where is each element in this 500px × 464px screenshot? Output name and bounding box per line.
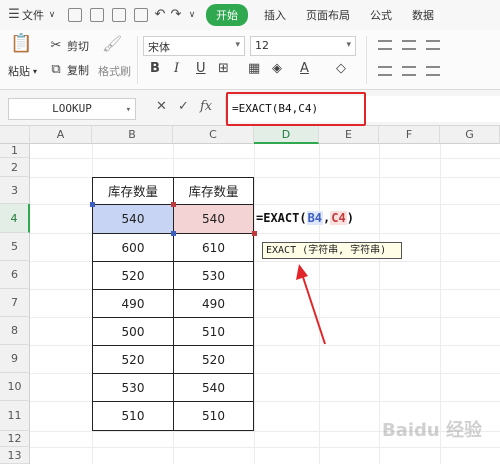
- ribbon: 📋 粘贴 ▾ ✂ 剪切 ⧉ 复制 🖌 格式刷 宋体 ▾ 12 ▾ B I U ⊞: [0, 30, 500, 90]
- spreadsheet-window: ☰ 文件 ∨ ↶ ↷ ∨ 开始 插入 页面布局 公式 数据 📋 粘贴 ▾ ✂ 剪…: [0, 0, 500, 464]
- underline-icon[interactable]: U: [196, 61, 206, 76]
- formula-highlight-box: [226, 92, 366, 126]
- align-top-icon[interactable]: [378, 40, 392, 50]
- worksheet-grid[interactable]: A B C D E F G 1 2 3 4 5 6 7 8 9 10 11 12…: [0, 126, 500, 464]
- tab-home[interactable]: 开始: [206, 4, 248, 26]
- export-icon[interactable]: [90, 8, 104, 22]
- align-bottom-icon[interactable]: [426, 40, 440, 50]
- cut-button[interactable]: ✂ 剪切: [48, 38, 89, 54]
- tab-data[interactable]: 数据: [402, 7, 444, 23]
- align-right-icon[interactable]: [426, 66, 440, 76]
- copy-icon: ⧉: [51, 62, 61, 77]
- font-name-select[interactable]: 宋体 ▾: [143, 36, 245, 56]
- scissors-icon: ✂: [50, 38, 62, 53]
- copy-label: 复制: [67, 64, 89, 77]
- chevron-down-icon: ▾: [125, 105, 131, 115]
- redo-icon[interactable]: ↷: [168, 7, 184, 23]
- font-color-icon[interactable]: A: [300, 61, 309, 76]
- format-painter-button[interactable]: 🖌: [102, 34, 123, 53]
- font-size-select[interactable]: 12 ▾: [250, 36, 356, 56]
- menu-bar: ☰ 文件 ∨ ↶ ↷ ∨ 开始 插入 页面布局 公式 数据: [0, 0, 500, 30]
- paste-label: 粘贴: [8, 65, 30, 78]
- confirm-icon[interactable]: ✓: [178, 99, 189, 114]
- arrow-line: [301, 273, 326, 345]
- ribbon-tabs: 开始 插入 页面布局 公式 数据: [200, 0, 444, 30]
- italic-icon[interactable]: I: [174, 61, 179, 76]
- borders-icon[interactable]: ⊞: [218, 61, 229, 76]
- undo-icon[interactable]: ↶: [152, 7, 168, 23]
- align-center-icon[interactable]: [402, 66, 416, 76]
- font-size-value: 12: [255, 39, 269, 52]
- watermark: Baidu 经验: [382, 420, 483, 441]
- eraser-icon[interactable]: ◇: [336, 61, 346, 76]
- chevron-down-icon: ▾: [346, 40, 351, 50]
- name-box[interactable]: LOOKUP ▾: [8, 98, 136, 120]
- quick-access-toolbar: ↶ ↷ ∨: [64, 0, 200, 30]
- paste-button[interactable]: 📋: [10, 33, 33, 58]
- file-menu[interactable]: ☰ 文件 ∨: [0, 0, 60, 30]
- chevron-down-icon: ▾: [235, 40, 240, 50]
- paste-icon: 📋: [10, 33, 33, 54]
- save-icon[interactable]: [68, 8, 82, 22]
- ribbon-divider: [366, 36, 367, 84]
- hamburger-icon: ☰: [8, 7, 20, 22]
- copy-button[interactable]: ⧉ 复制: [48, 62, 89, 78]
- print-icon[interactable]: [112, 8, 126, 22]
- tab-insert[interactable]: 插入: [254, 7, 296, 23]
- align-middle-icon[interactable]: [402, 40, 416, 50]
- tab-page-layout[interactable]: 页面布局: [296, 7, 360, 23]
- arrow-head: [296, 264, 308, 280]
- brush-icon: 🖌: [102, 34, 123, 53]
- chevron-down-icon: ∨: [48, 10, 56, 20]
- paste-chevron-icon: ▾: [33, 66, 38, 76]
- customize-chevron-icon[interactable]: ∨: [184, 7, 200, 23]
- cancel-icon[interactable]: ✕: [156, 99, 167, 114]
- fill-color-icon[interactable]: ▦: [248, 61, 260, 76]
- file-menu-label: 文件: [22, 9, 44, 22]
- tab-formulas[interactable]: 公式: [360, 7, 402, 23]
- font-name-value: 宋体: [148, 41, 170, 54]
- paste-dropdown[interactable]: 粘贴 ▾: [8, 63, 37, 79]
- paint-bucket-icon[interactable]: ◈: [272, 61, 282, 76]
- cut-label: 剪切: [67, 40, 89, 53]
- annotation-arrow: [296, 264, 326, 345]
- insert-function-icon[interactable]: fx: [200, 99, 212, 114]
- print-preview-icon[interactable]: [134, 8, 148, 22]
- format-painter-label: 格式刷: [98, 65, 131, 78]
- bold-icon[interactable]: B: [150, 61, 160, 76]
- name-box-value: LOOKUP: [52, 102, 92, 115]
- align-left-icon[interactable]: [378, 66, 392, 76]
- ribbon-divider: [137, 36, 138, 84]
